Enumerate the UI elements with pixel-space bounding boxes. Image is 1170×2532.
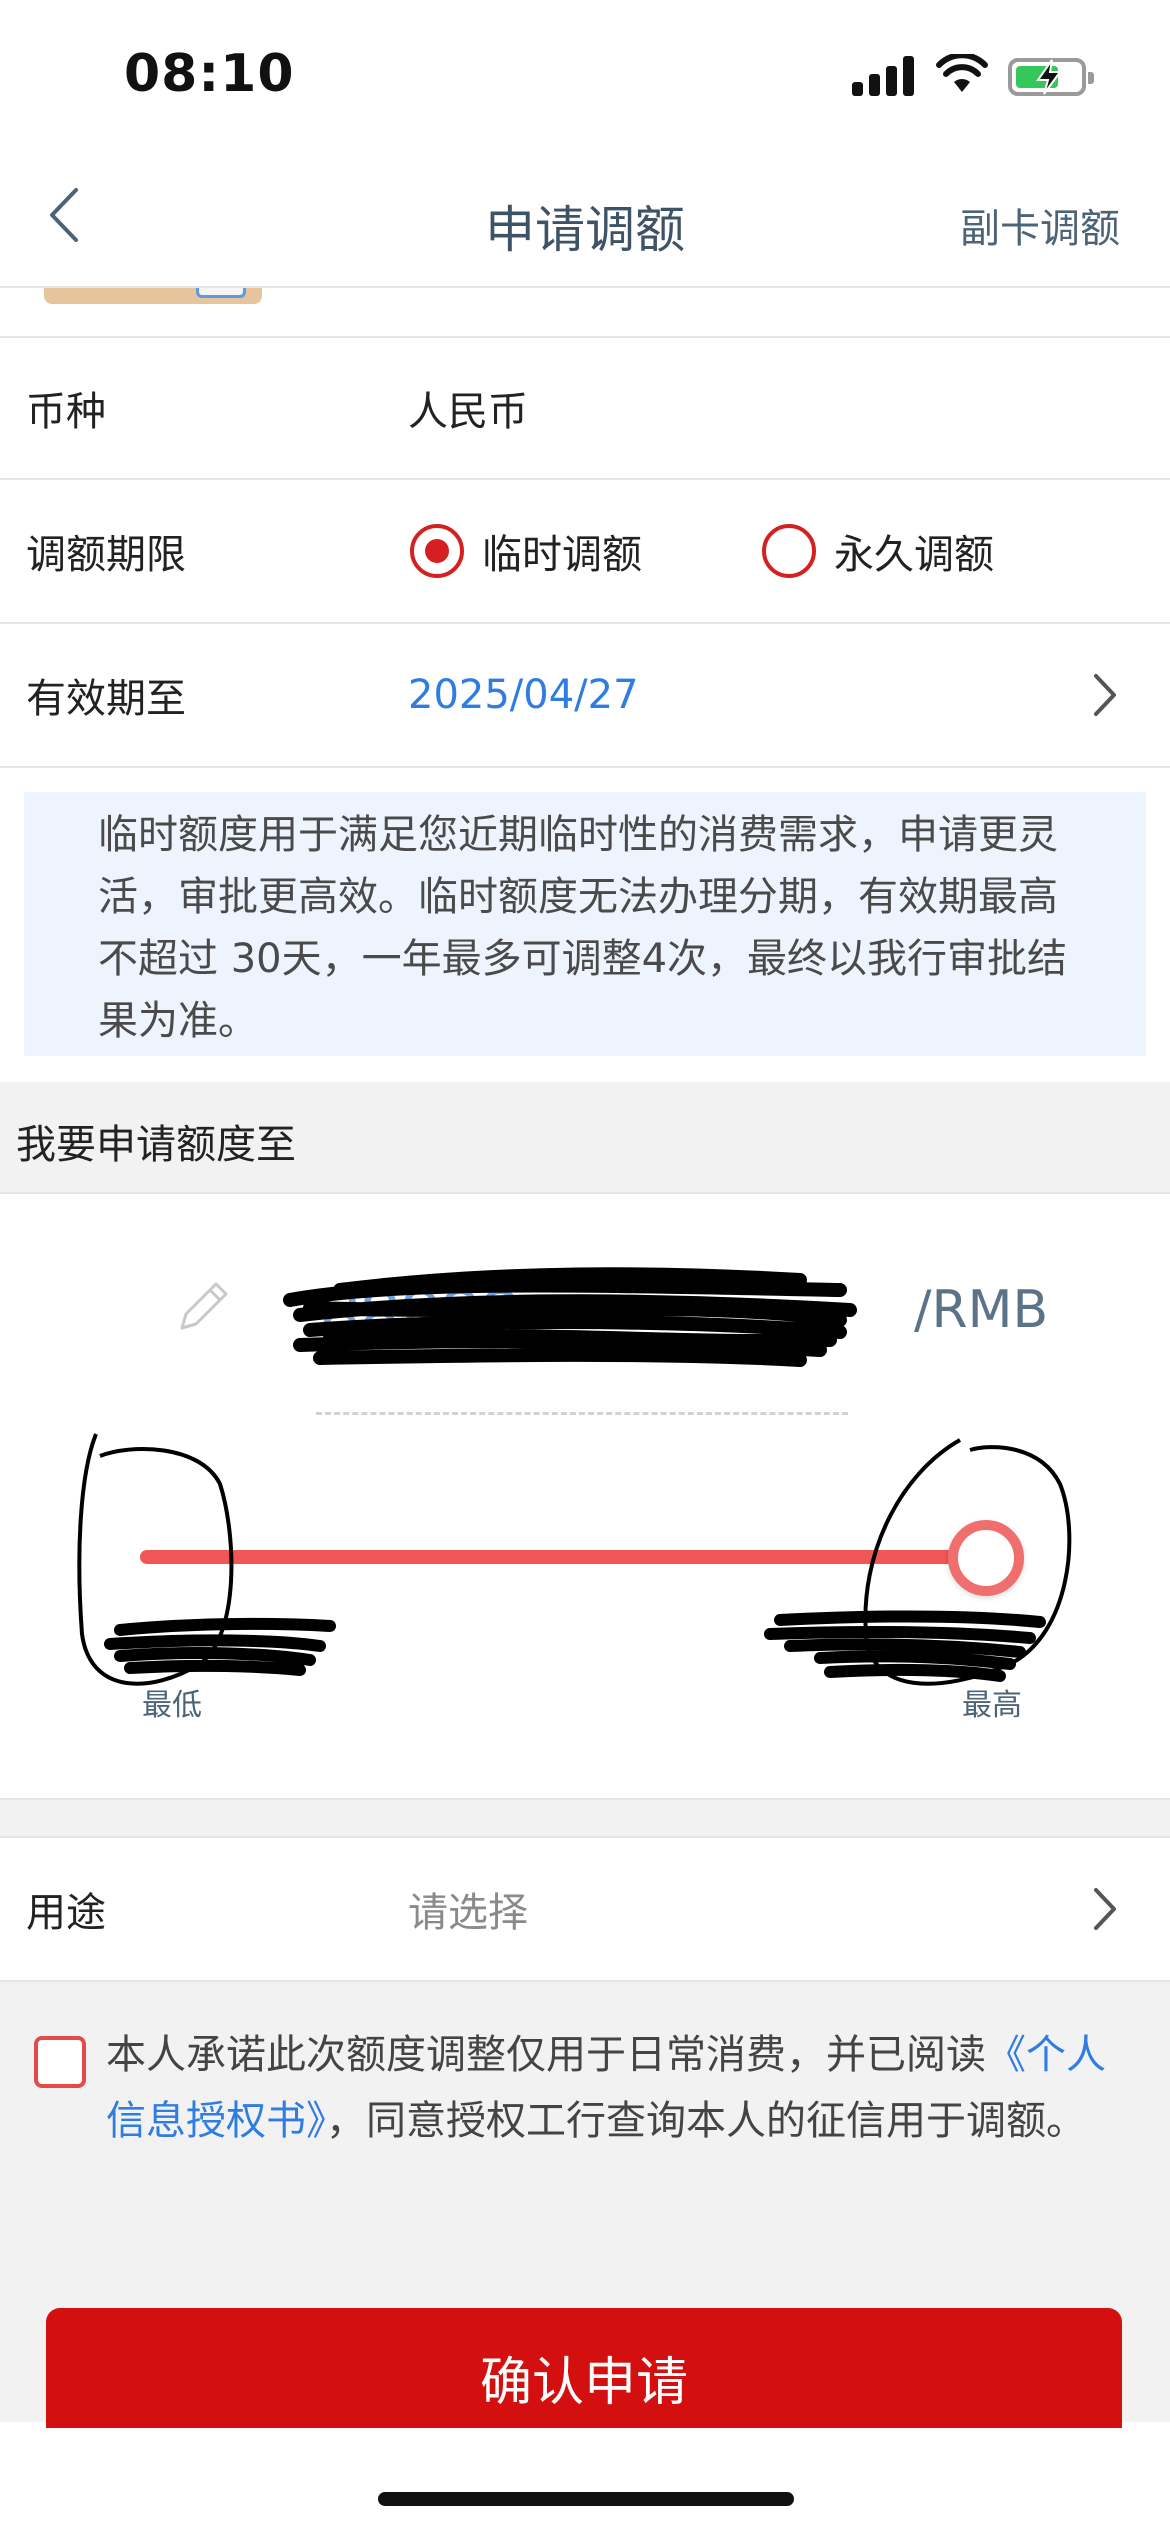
consent-checkbox[interactable]	[34, 2036, 86, 2088]
currency-value: 人民币	[408, 389, 528, 435]
amount-section-title: 我要申请额度至	[16, 1122, 296, 1168]
consent-text-before: 本人承诺此次额度调整仅用于日常消费，并已阅读	[106, 2032, 986, 2078]
section-gap	[0, 1800, 1170, 1836]
supplementary-card-adjust-button[interactable]: 副卡调额	[960, 196, 1120, 254]
battery-icon	[1008, 58, 1094, 96]
amount-panel: 88888 /RMB 最低 最高	[0, 1194, 1170, 1800]
validity-label: 有效期至	[26, 676, 186, 722]
amount-unit: /RMB	[914, 1280, 1049, 1340]
purpose-row[interactable]: 用途 请选择	[0, 1836, 1170, 1982]
amount-underline	[316, 1412, 848, 1415]
amount-section-header: 我要申请额度至	[0, 1082, 1170, 1194]
radio-unselected-icon	[762, 524, 816, 578]
purpose-select[interactable]: 请选择	[408, 1880, 528, 1938]
wifi-icon	[936, 54, 988, 92]
amount-slider-track[interactable]	[140, 1550, 986, 1564]
cellular-signal-icon	[852, 56, 914, 96]
radio-temporary-label: 临时调额	[482, 532, 642, 578]
amount-slider-thumb[interactable]	[948, 1520, 1024, 1596]
home-indicator	[378, 2492, 794, 2506]
confirm-apply-button[interactable]: 确认申请	[46, 2308, 1122, 2428]
radio-temporary[interactable]: 临时调额	[410, 522, 642, 580]
charging-bolt-icon	[1036, 59, 1062, 95]
chevron-right-icon	[1094, 1888, 1116, 1930]
radio-selected-icon	[410, 524, 464, 578]
chevron-right-icon	[1094, 674, 1116, 716]
status-time: 08:10	[124, 44, 295, 104]
currency-row: 币种 人民币	[0, 336, 1170, 480]
adjust-period-label: 调额期限	[26, 532, 186, 578]
slider-min-label: 最低	[142, 1688, 202, 1723]
consent-text-after: ，同意授权工行查询本人的征信用于调额。	[326, 2098, 1086, 2144]
amount-input-redacted[interactable]: 88888	[280, 1260, 860, 1370]
adjust-period-row: 调额期限 临时调额 永久调额	[0, 480, 1170, 624]
nav-bar: 申请调额 副卡调额	[0, 150, 1170, 288]
purpose-label: 用途	[26, 1890, 106, 1936]
validity-row[interactable]: 有效期至 2025/04/27	[0, 624, 1170, 768]
home-indicator-area	[0, 2428, 1170, 2532]
status-bar: 08:10	[0, 0, 1170, 150]
temporary-limit-notice: 临时额度用于满足您近期临时性的消费需求，申请更灵活，审批更高效。临时额度无法办理…	[24, 792, 1146, 1056]
currency-label: 币种	[26, 389, 106, 435]
radio-permanent[interactable]: 永久调额	[762, 522, 994, 580]
card-thumbnail	[44, 288, 262, 304]
slider-max-label: 最高	[962, 1688, 1022, 1723]
validity-date[interactable]: 2025/04/27	[408, 672, 639, 718]
radio-permanent-label: 永久调额	[834, 532, 994, 578]
consent-text: 本人承诺此次额度调整仅用于日常消费，并已阅读《个人信息授权书》，同意授权工行查询…	[106, 2022, 1126, 2154]
pencil-edit-icon[interactable]	[172, 1274, 236, 1338]
